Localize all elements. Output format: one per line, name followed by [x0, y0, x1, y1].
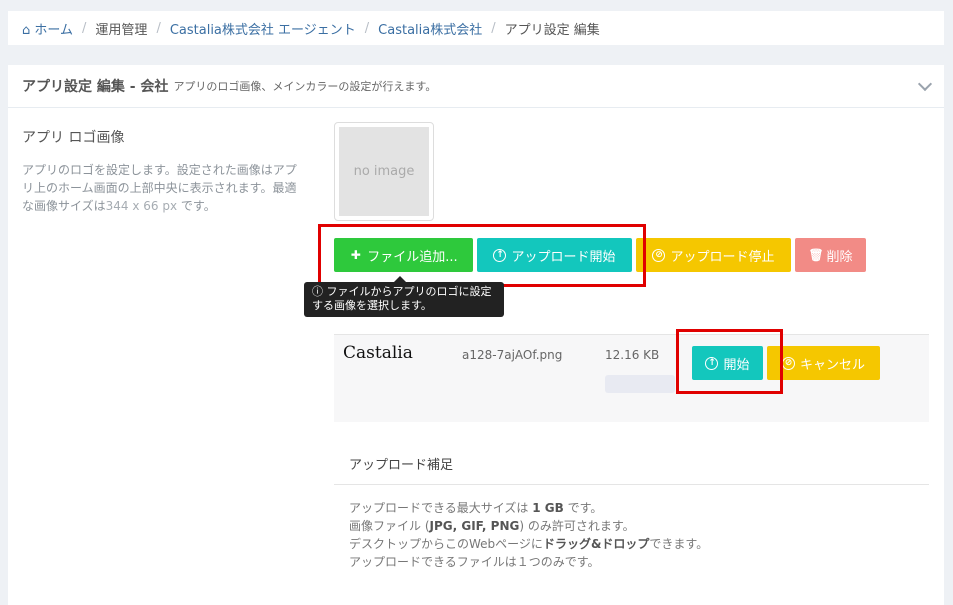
breadcrumb-separator: /: [156, 20, 161, 36]
ban-icon: ⊘: [781, 356, 795, 370]
breadcrumb: ⌂ ホーム / 運用管理 / Castalia株式会社 エージェント / Cas…: [8, 11, 944, 45]
size-hint: 344 x 66 px: [105, 199, 178, 213]
breadcrumb-item-agent[interactable]: Castalia株式会社 エージェント: [170, 19, 356, 38]
breadcrumb-separator: /: [364, 20, 370, 36]
note-line: 画像ファイル (JPG, GIF, PNG) のみ許可されます。: [349, 519, 635, 533]
upload-progress-bar: [605, 375, 675, 393]
breadcrumb-separator: /: [82, 20, 87, 36]
breadcrumb-separator: /: [491, 20, 496, 36]
page-description: アプリのロゴ画像、メインカラーの設定が行えます。: [173, 80, 437, 93]
upload-notes: アップロードできる最大サイズは 1 GB です。 画像ファイル (JPG, GI…: [349, 499, 708, 571]
logo-preview: no image: [334, 122, 434, 221]
file-row: Castalia a128-7ajAOf.png 12.16 KB ↑ 開始 ⊘…: [334, 334, 929, 422]
highlight-box-start: [676, 329, 783, 394]
highlight-box-toolbar: [318, 224, 646, 287]
info-icon: ⓘ: [312, 285, 323, 298]
home-icon: ⌂: [22, 22, 31, 38]
logo-setting-label-column: アプリ ロゴ画像 アプリのロゴを設定します。設定された画像はアプリ上のホーム画面…: [22, 127, 302, 215]
breadcrumb-home[interactable]: ⌂ ホーム: [22, 19, 73, 38]
add-file-tooltip: ⓘ ファイルからアプリのロゴに設定する画像を選択します。: [304, 276, 504, 317]
file-name: a128-7ajAOf.png: [462, 348, 563, 362]
page-title: アプリ設定 編集 - 会社: [22, 79, 169, 95]
logo-setting-title: アプリ ロゴ画像: [22, 130, 125, 146]
trash-icon: 🗑: [808, 247, 824, 262]
file-preview-thumbnail: Castalia: [343, 343, 413, 363]
note-line: アップロードできるファイルは１つのみです。: [349, 555, 600, 569]
breadcrumb-item-current: アプリ設定 編集: [504, 22, 600, 38]
breadcrumb-item-ops: 運用管理: [95, 22, 148, 38]
upload-notes-title: アップロード補足: [334, 443, 929, 485]
stop-upload-button[interactable]: ⊘ アップロード停止: [636, 238, 791, 272]
file-size: 12.16 KB: [605, 348, 660, 362]
note-line: デスクトップからこのWebページにドラッグ&ドロップできます。: [349, 537, 709, 551]
no-image-placeholder: no image: [339, 127, 429, 216]
breadcrumb-item-company[interactable]: Castalia株式会社: [378, 19, 482, 38]
ban-icon: ⊘: [652, 248, 666, 262]
file-cancel-button[interactable]: ⊘ キャンセル: [767, 346, 880, 380]
delete-button[interactable]: 🗑 削除: [795, 238, 866, 272]
settings-panel: アプリ設定 編集 - 会社 アプリのロゴ画像、メインカラーの設定が行えます。 ア…: [8, 65, 944, 605]
chevron-down-icon[interactable]: [917, 76, 933, 92]
note-line: アップロードできる最大サイズは 1 GB です。: [349, 501, 603, 515]
panel-header: アプリ設定 編集 - 会社 アプリのロゴ画像、メインカラーの設定が行えます。: [8, 65, 944, 108]
logo-setting-help: アプリのロゴを設定します。設定された画像はアプリ上のホーム画面の上部中央に表示さ…: [22, 163, 297, 213]
